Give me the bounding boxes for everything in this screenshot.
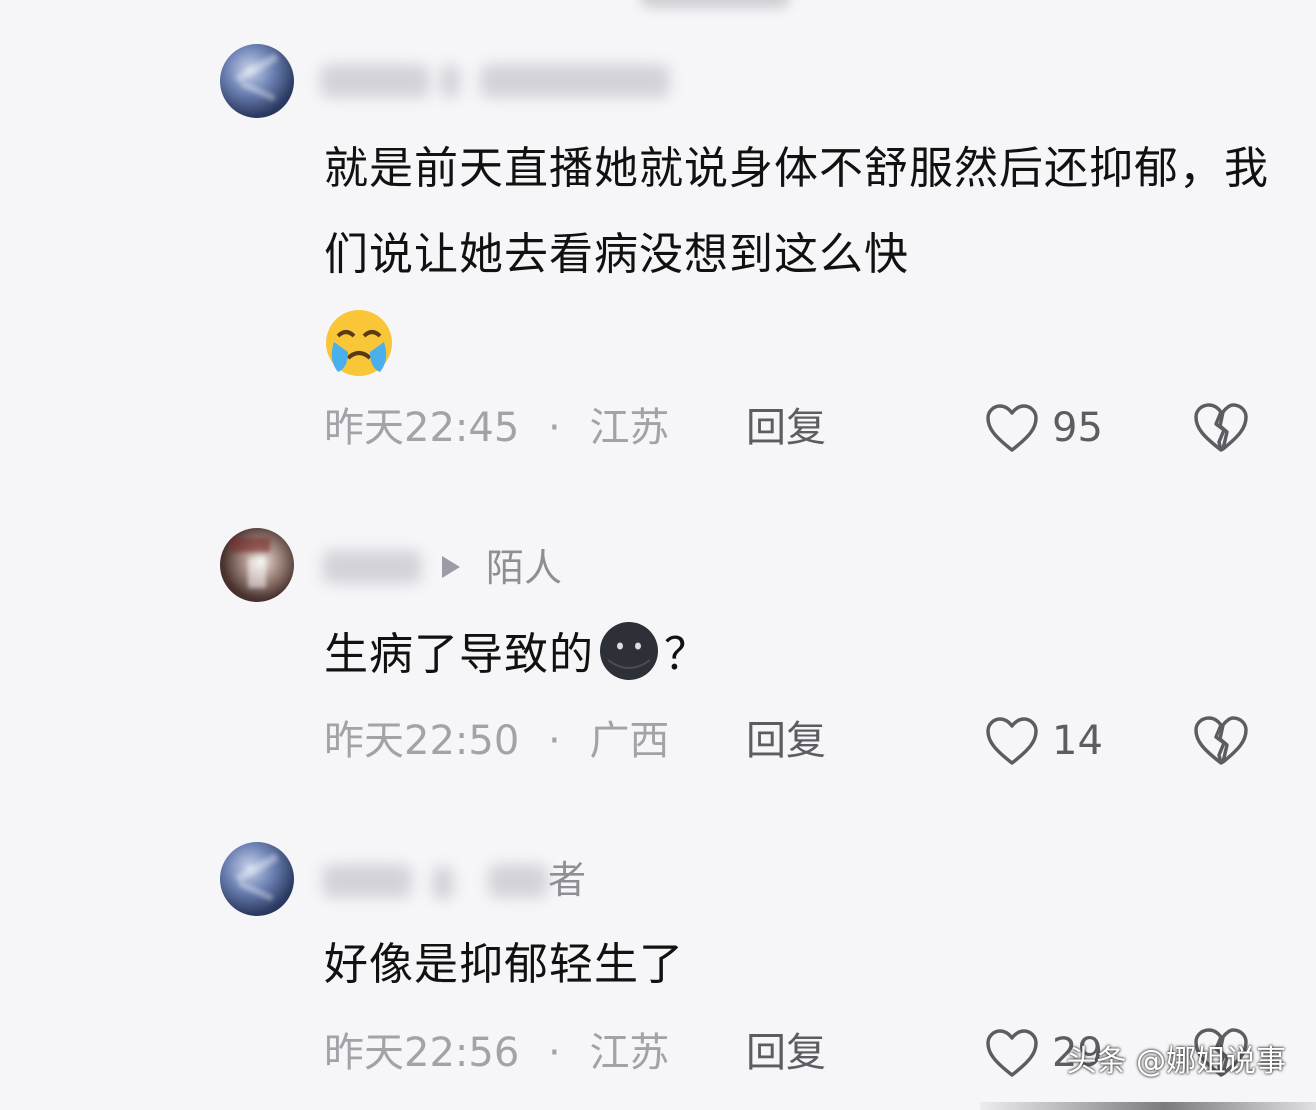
comment-text: 生病了导致的 ？ bbox=[324, 612, 1284, 698]
dark-blob-face-icon bbox=[600, 622, 658, 680]
watermark: 头条 @娜姐说事 bbox=[1066, 1044, 1286, 1079]
comment-meta: 昨天22:56 · 江苏 bbox=[324, 1025, 669, 1081]
like-count: 14 bbox=[1052, 718, 1103, 764]
play-icon bbox=[442, 556, 460, 578]
comment-text-main: 生病了导致的 bbox=[324, 629, 594, 680]
tag-blurred bbox=[432, 866, 454, 900]
timestamp: 昨天22:50 bbox=[324, 718, 520, 764]
separator: · bbox=[548, 1030, 561, 1076]
like-button[interactable]: 95 bbox=[984, 400, 1103, 456]
comment-meta: 昨天22:45 · 江苏 bbox=[324, 400, 669, 456]
reply-button[interactable]: 回复 bbox=[746, 713, 826, 769]
reply-button[interactable]: 回复 bbox=[746, 400, 826, 456]
comment-text-suffix: ？ bbox=[664, 629, 709, 680]
broken-heart-icon bbox=[1194, 403, 1248, 452]
dislike-button[interactable] bbox=[1192, 713, 1250, 769]
like-count: 95 bbox=[1052, 405, 1103, 451]
user-tag: 陌人 bbox=[486, 546, 563, 590]
tag-blurred bbox=[480, 64, 670, 98]
username-blurred[interactable] bbox=[322, 550, 422, 584]
timestamp: 昨天22:45 bbox=[324, 405, 520, 451]
broken-heart-icon bbox=[1194, 716, 1248, 765]
separator: · bbox=[548, 718, 561, 764]
avatar[interactable] bbox=[220, 528, 294, 602]
username-blurred[interactable] bbox=[320, 64, 430, 98]
tag-blurred bbox=[488, 864, 548, 898]
blurred-header-text bbox=[640, 0, 790, 8]
avatar[interactable] bbox=[220, 44, 294, 118]
timestamp: 昨天22:56 bbox=[324, 1030, 520, 1076]
comment-meta: 昨天22:50 · 广西 bbox=[324, 713, 669, 769]
heart-icon bbox=[986, 404, 1038, 452]
like-button[interactable]: 14 bbox=[984, 713, 1103, 769]
avatar[interactable] bbox=[220, 842, 294, 916]
heart-icon bbox=[986, 1029, 1038, 1077]
comment-text: 就是前天直播她就说身体不舒服然后还抑郁，我们说让她去看病没想到这么快 bbox=[324, 143, 1269, 280]
heart-icon bbox=[986, 717, 1038, 765]
location: 江苏 bbox=[589, 1030, 670, 1076]
location: 广西 bbox=[589, 718, 670, 764]
comment-text: 好像是抑郁轻生了 bbox=[324, 939, 684, 990]
separator: · bbox=[548, 405, 561, 451]
user-tag: 者 bbox=[548, 858, 587, 902]
loudly-crying-face-icon bbox=[326, 310, 392, 376]
bottom-edge-artifact bbox=[980, 1102, 1316, 1110]
location: 江苏 bbox=[589, 405, 670, 451]
tag-blurred bbox=[440, 64, 460, 98]
dislike-button[interactable] bbox=[1192, 400, 1250, 456]
username-blurred[interactable] bbox=[322, 864, 412, 898]
reply-button[interactable]: 回复 bbox=[746, 1025, 826, 1081]
